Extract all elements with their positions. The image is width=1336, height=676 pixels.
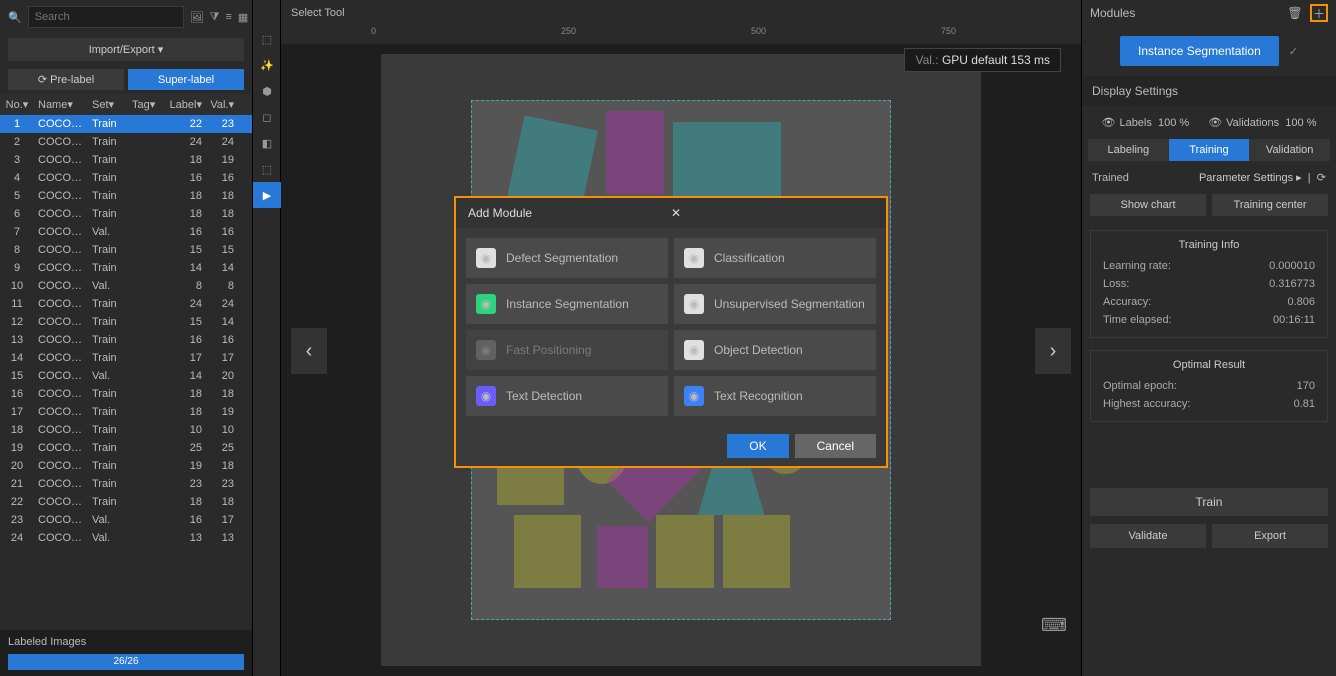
export-button[interactable]: Export	[1212, 524, 1328, 548]
module-option[interactable]: ◉Object Detection	[674, 330, 876, 370]
module-icon: ◉	[684, 248, 704, 268]
table-row[interactable]: 20COCO_v...Train1918	[0, 457, 252, 475]
module-option[interactable]: ◉Text Detection	[466, 376, 668, 416]
module-option[interactable]: ◉Text Recognition	[674, 376, 876, 416]
module-option[interactable]: ◉Instance Segmentation	[466, 284, 668, 324]
table-row[interactable]: 15COCO_v...Val.1420	[0, 367, 252, 385]
close-icon[interactable]: ✕	[671, 206, 874, 220]
super-label-button[interactable]: Super-label	[128, 69, 244, 90]
pre-label-button[interactable]: ⟳ Pre-label	[8, 69, 124, 90]
table-row[interactable]: 11COCO_v...Train2424	[0, 295, 252, 313]
tab-labeling[interactable]: Labeling	[1088, 139, 1169, 161]
tool-bar: ⬚ ✨ ⬢ ◻ ◧ ⬚ ▶	[253, 0, 281, 676]
table-row[interactable]: 17COCO_v...Train1819	[0, 403, 252, 421]
table-row[interactable]: 3COCO_v...Train1819	[0, 151, 252, 169]
eye-icon[interactable]: 👁	[1101, 117, 1115, 129]
import-export-button[interactable]: Import/Export ▾	[8, 38, 244, 61]
table-header: No.▾ Name▾ Set▾ Tag▾ Label▾ Val.▾	[0, 94, 252, 115]
table-row[interactable]: 18COCO_v...Train1010	[0, 421, 252, 439]
dialog-title: Add Module	[468, 206, 671, 220]
train-button[interactable]: Train	[1090, 488, 1328, 516]
module-icon: ◉	[476, 340, 496, 360]
eraser-tool-icon[interactable]: ◧	[253, 130, 281, 156]
show-chart-button[interactable]: Show chart	[1090, 194, 1206, 216]
trained-label: Trained	[1092, 172, 1129, 184]
table-row[interactable]: 24COCO_v...Val.1313	[0, 529, 252, 547]
table-row[interactable]: 12COCO_v...Train1514	[0, 313, 252, 331]
right-panel: Modules 🗑 ＋ Instance Segmentation ✓ Disp…	[1081, 0, 1336, 676]
table-row[interactable]: 19COCO_v...Train2525	[0, 439, 252, 457]
training-center-button[interactable]: Training center	[1212, 194, 1328, 216]
keyboard-icon[interactable]: ⌨	[1041, 615, 1067, 636]
module-icon: ◉	[476, 248, 496, 268]
stamp-tool-icon[interactable]: ⬢	[253, 78, 281, 104]
labeled-progress: 26/26	[8, 654, 244, 670]
gpu-badge: Val.: GPU default 153 ms	[904, 48, 1061, 72]
table-row[interactable]: 4COCO_v...Train1616	[0, 169, 252, 187]
add-module-dialog: Add Module ✕ ◉Defect Segmentation◉Classi…	[454, 196, 888, 468]
active-module-pill[interactable]: Instance Segmentation	[1120, 36, 1279, 66]
table-row[interactable]: 2COCO_v...Train2424	[0, 133, 252, 151]
ruler-horizontal: 0 250 500 750	[281, 26, 1081, 44]
marquee-tool-icon[interactable]: ⬚	[253, 156, 281, 182]
crop-tool-icon[interactable]: ⬚	[253, 26, 281, 52]
module-option[interactable]: ◉Defect Segmentation	[466, 238, 668, 278]
tab-validation[interactable]: Validation	[1249, 139, 1330, 161]
modules-title: Modules	[1090, 6, 1135, 20]
tool-name-label: Select Tool	[291, 7, 345, 19]
table-row[interactable]: 8COCO_v...Train1515	[0, 241, 252, 259]
prev-image-button[interactable]: ‹	[291, 328, 327, 374]
module-icon: ◉	[476, 294, 496, 314]
module-icon: ◉	[684, 294, 704, 314]
module-option: ◉Fast Positioning	[466, 330, 668, 370]
optimal-result-box: Optimal Result Optimal epoch:170Highest …	[1090, 350, 1328, 422]
tab-training[interactable]: Training	[1169, 139, 1250, 161]
table-row[interactable]: 22COCO_v...Train1818	[0, 493, 252, 511]
image-filter-icon[interactable]: 🖼	[190, 9, 204, 25]
table-row[interactable]: 13COCO_v...Train1616	[0, 331, 252, 349]
table-row[interactable]: 21COCO_v...Train2323	[0, 475, 252, 493]
funnel-icon[interactable]: ⧩	[210, 9, 220, 25]
trash-icon[interactable]: 🗑	[1286, 4, 1304, 22]
search-input[interactable]	[28, 6, 184, 28]
grid-icon[interactable]: ▦	[238, 9, 248, 25]
table-row[interactable]: 10COCO_v...Val.88	[0, 277, 252, 295]
table-row[interactable]: 14COCO_v...Train1717	[0, 349, 252, 367]
check-icon: ✓	[1289, 45, 1298, 58]
module-icon: ◉	[684, 386, 704, 406]
module-option[interactable]: ◉Classification	[674, 238, 876, 278]
table-row[interactable]: 23COCO_v...Val.1617	[0, 511, 252, 529]
list-icon[interactable]: ≡	[225, 9, 231, 25]
table-row[interactable]: 5COCO_v...Train1818	[0, 187, 252, 205]
display-settings-title: Display Settings	[1082, 76, 1336, 106]
table-row[interactable]: 16COCO_v...Train1818	[0, 385, 252, 403]
table-row[interactable]: 7COCO_v...Val.1616	[0, 223, 252, 241]
cancel-button[interactable]: Cancel	[795, 434, 876, 458]
eye-icon[interactable]: 👁	[1208, 117, 1222, 129]
table-row[interactable]: 1COCO_v...Train2223	[0, 115, 252, 133]
wand-tool-icon[interactable]: ✨	[253, 52, 281, 78]
table-body[interactable]: 1COCO_v...Train22232COCO_v...Train24243C…	[0, 115, 252, 630]
refresh-icon[interactable]: ⟳	[1317, 172, 1326, 184]
module-icon: ◉	[476, 386, 496, 406]
module-icon: ◉	[684, 340, 704, 360]
module-option[interactable]: ◉Unsupervised Segmentation	[674, 284, 876, 324]
labeled-images-label: Labeled Images	[8, 636, 244, 648]
training-info-box: Training Info Learning rate:0.000010Loss…	[1090, 230, 1328, 338]
validate-button[interactable]: Validate	[1090, 524, 1206, 548]
search-icon: 🔍	[8, 11, 22, 24]
polygon-tool-icon[interactable]: ◻	[253, 104, 281, 130]
left-panel: 🔍 🖼 ⧩ ≡ ▦ Import/Export ▾ ⟳ Pre-label Su…	[0, 0, 253, 676]
table-row[interactable]: 6COCO_v...Train1818	[0, 205, 252, 223]
select-tool-icon[interactable]: ▶	[253, 182, 281, 208]
table-row[interactable]: 9COCO_v...Train1414	[0, 259, 252, 277]
add-module-icon[interactable]: ＋	[1310, 4, 1328, 22]
parameter-settings-link[interactable]: Parameter Settings ▸	[1199, 172, 1302, 184]
ok-button[interactable]: OK	[727, 434, 788, 458]
next-image-button[interactable]: ›	[1035, 328, 1071, 374]
